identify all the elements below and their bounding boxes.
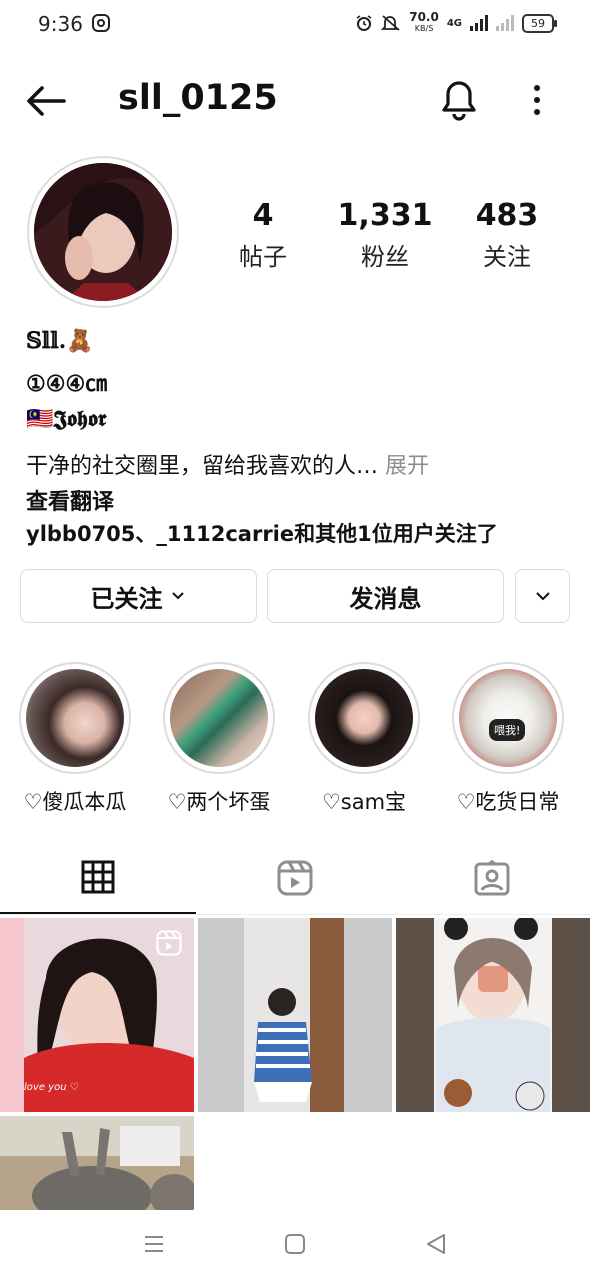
profile-display-name: 𝕊𝕝𝕝.🧸 xyxy=(26,328,94,354)
menu-icon[interactable] xyxy=(142,1232,166,1256)
stat-following[interactable]: 483 关注 xyxy=(452,198,562,272)
highlight-sticker-text: 喂我! xyxy=(489,719,526,741)
following-button[interactable]: 已关注 xyxy=(20,569,257,623)
status-bar: 9:36 70.0 KB/S 4G 59 xyxy=(0,0,590,54)
stat-posts[interactable]: 4 帖子 xyxy=(208,198,318,272)
post-image xyxy=(396,918,590,1112)
chevron-down-icon xyxy=(535,592,550,601)
stat-following-count: 483 xyxy=(475,198,539,233)
tagged-icon xyxy=(474,860,510,896)
more-vertical-icon[interactable] xyxy=(522,82,552,118)
reels-icon xyxy=(277,860,313,896)
highlight-item[interactable]: 喂我! ♡吃货日常 xyxy=(452,662,564,816)
system-navigation-bar xyxy=(0,1210,590,1280)
message-button[interactable]: 发消息 xyxy=(267,569,504,623)
stat-followers-count: 1,331 xyxy=(337,198,433,233)
highlight-label: ♡傻瓜本瓜 xyxy=(23,790,127,814)
post-thumbnail[interactable] xyxy=(396,918,590,1112)
profile-avatar[interactable] xyxy=(34,163,172,301)
profile-tabs xyxy=(0,842,590,915)
network-type: 4G xyxy=(446,17,462,29)
profile-header: sll_0125 xyxy=(0,62,590,138)
highlight-label: ♡吃货日常 xyxy=(456,790,560,814)
tab-reels[interactable] xyxy=(197,842,393,914)
stat-posts-label: 帖子 xyxy=(239,243,287,271)
highlight-label: ♡sam宝 xyxy=(321,790,407,814)
highlight-label: ♡两个坏蛋 xyxy=(167,790,271,814)
highlight-item[interactable]: ♡两个坏蛋 xyxy=(163,662,275,816)
signal-icon xyxy=(470,15,488,31)
mute-icon xyxy=(381,15,400,31)
suggested-users-button[interactable] xyxy=(515,569,570,623)
home-icon[interactable] xyxy=(283,1232,307,1256)
status-time: 9:36 xyxy=(38,12,83,36)
post-thumbnail[interactable]: love you ♡ xyxy=(0,918,194,1112)
bio-height: ①④④㎝ xyxy=(26,371,108,397)
bio-location: 🇲🇾𝕵𝖔𝖍𝖔𝖗 xyxy=(26,406,107,432)
stat-following-label: 关注 xyxy=(483,243,531,271)
chevron-down-icon xyxy=(171,592,184,600)
tab-tagged[interactable] xyxy=(394,842,590,914)
grid-icon xyxy=(81,860,115,894)
stat-followers[interactable]: 1,331 粉丝 xyxy=(330,198,440,272)
following-button-label: 已关注 xyxy=(90,584,163,613)
see-translation-link[interactable]: 查看翻译 xyxy=(26,484,114,516)
highlight-ring xyxy=(19,662,131,774)
highlight-item[interactable]: ♡sam宝 xyxy=(308,662,420,816)
bio-text-content: 干净的社交圈里，留给我喜欢的人… xyxy=(26,454,379,479)
highlight-ring: 喂我! xyxy=(452,662,564,774)
back-triangle-icon[interactable] xyxy=(424,1232,448,1256)
highlight-cover-image xyxy=(26,669,124,767)
instagram-notification-icon xyxy=(92,14,110,32)
post-image xyxy=(198,918,392,1112)
profile-username: sll_0125 xyxy=(118,78,278,118)
post-caption-overlay: love you ♡ xyxy=(24,1082,79,1093)
highlight-cover-image xyxy=(170,669,268,767)
bio-more-link[interactable]: 展开 xyxy=(385,454,429,479)
followed-by-text[interactable]: ylbb0705、_1112carrie和其他1位用户关注了 xyxy=(26,518,498,548)
post-image xyxy=(0,1116,194,1210)
alarm-icon xyxy=(356,15,372,31)
highlight-cover-image: 喂我! xyxy=(459,669,557,767)
tab-posts-grid[interactable] xyxy=(0,842,196,914)
post-thumbnail[interactable] xyxy=(0,1116,194,1210)
status-icons: 70.0 KB/S 4G 59 xyxy=(355,10,557,34)
highlight-cover-image xyxy=(315,669,413,767)
highlight-item[interactable]: ♡傻瓜本瓜 xyxy=(19,662,131,816)
arrow-left-icon[interactable] xyxy=(24,84,68,118)
bell-icon[interactable] xyxy=(438,78,480,122)
reels-icon xyxy=(156,930,182,956)
highlight-ring xyxy=(163,662,275,774)
avatar-photo xyxy=(34,163,172,301)
signal-2-icon xyxy=(496,15,514,31)
stat-posts-count: 4 xyxy=(252,198,274,233)
message-button-label: 发消息 xyxy=(349,584,422,613)
highlight-ring xyxy=(308,662,420,774)
stat-followers-label: 粉丝 xyxy=(361,243,409,271)
post-thumbnail[interactable] xyxy=(198,918,392,1112)
battery-icon: 59 xyxy=(522,13,557,33)
net-speed: 70.0 KB/S xyxy=(409,10,439,33)
bio-text: 干净的社交圈里，留给我喜欢的人… 展开 xyxy=(26,448,429,480)
